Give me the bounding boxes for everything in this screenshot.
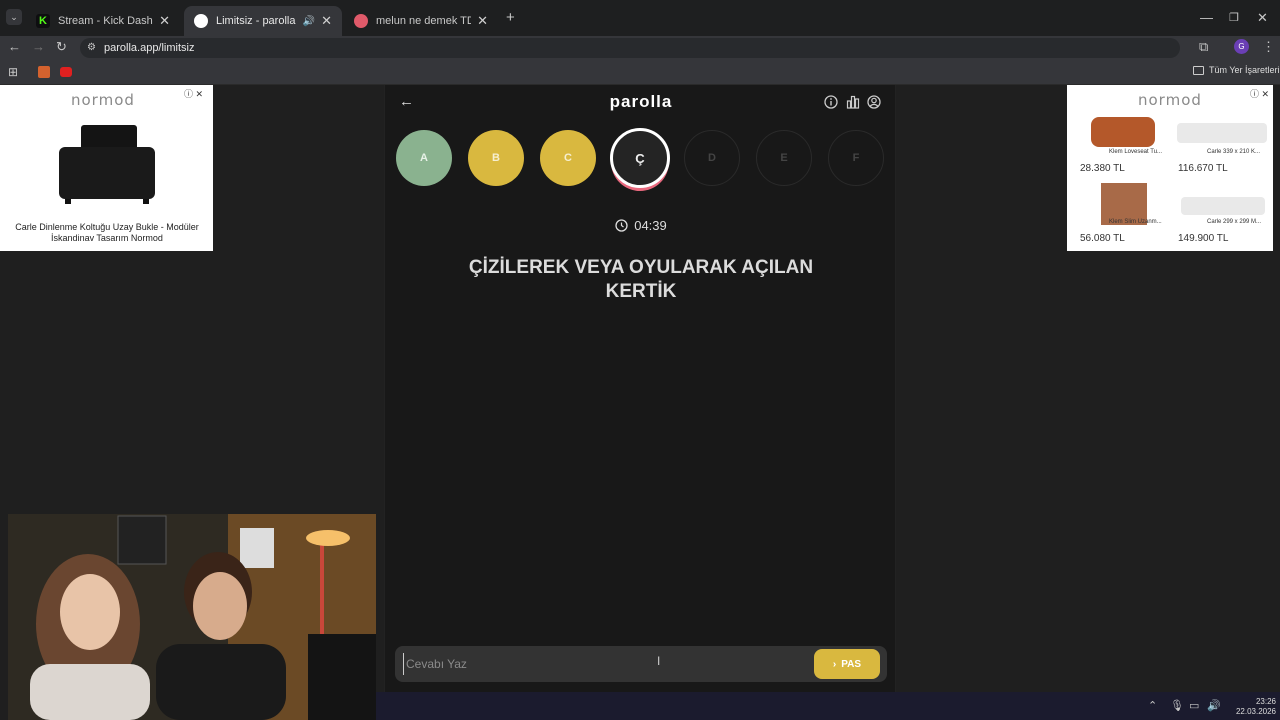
menu-icon[interactable]: ⋮ [1262, 40, 1275, 54]
address-bar[interactable]: ⚙ parolla.app/limitsiz [80, 38, 1180, 58]
minimize-icon[interactable]: — [1200, 11, 1213, 25]
ad-product[interactable]: Carle 339 x 210 K... [1173, 113, 1271, 159]
tdk-favicon [354, 14, 368, 28]
ad-product[interactable]: Klem Slim Uzanm... [1075, 181, 1169, 227]
tab-parolla[interactable]: Limitsiz - parolla - Kelime o 🔊 ✕ [184, 6, 342, 36]
network-icon[interactable]: ▭ [1189, 699, 1199, 713]
webcam-overlay [8, 514, 376, 720]
tab-search-icon[interactable]: ⌄ [6, 9, 22, 25]
left-ad[interactable]: normod ⓘ ✕ Carle Dinlenme Koltuğu Uzay B… [0, 85, 213, 251]
ad-brand: normod [1138, 91, 1202, 109]
profile-icon[interactable] [867, 95, 881, 109]
ad-info-icon[interactable]: ⓘ ✕ [184, 87, 203, 100]
letter-circle-f[interactable]: F [828, 130, 884, 186]
volume-icon[interactable]: 🔊 [1207, 699, 1221, 713]
all-bookmarks-label: Tüm Yer İşaretleri [1209, 65, 1280, 75]
product-price: 116.670 TL [1178, 163, 1228, 174]
timer: 04:39 [385, 218, 897, 233]
clock-date: 22.03.2026 [1235, 707, 1276, 716]
all-bookmarks[interactable]: Tüm Yer İşaretleri [1193, 65, 1280, 75]
tab-title: melun ne demek TDK Sözlük A [376, 15, 472, 27]
pass-button[interactable]: › PAS [814, 649, 880, 679]
profile-avatar[interactable]: G [1234, 39, 1249, 54]
close-icon[interactable]: ✕ [159, 13, 170, 29]
restore-icon[interactable]: ❐ [1229, 11, 1239, 25]
text-cursor-icon: I [657, 654, 661, 668]
logo: parolla [609, 92, 673, 111]
bookmarks-bar: ⊞ Tüm Yer İşaretleri [0, 60, 1280, 85]
parolla-favicon [194, 14, 208, 28]
pass-label: PAS [841, 658, 862, 670]
letter-circle-d[interactable]: D [684, 130, 740, 186]
back-icon[interactable]: ← [8, 40, 21, 54]
stats-icon[interactable] [846, 95, 860, 109]
answer-bar: I › PAS [395, 646, 887, 682]
product-name: Carle 299 x 299 M... [1207, 219, 1262, 225]
clock-time: 23:26 [1255, 697, 1276, 706]
bookmark-icon[interactable] [38, 66, 50, 78]
letter-circle-c[interactable]: C [540, 130, 596, 186]
info-icon[interactable] [824, 95, 838, 109]
webcam-image [8, 514, 376, 720]
letter-circle-e[interactable]: E [756, 130, 812, 186]
tab-title: Limitsiz - parolla - Kelime o [216, 15, 297, 27]
folder-icon [1193, 65, 1204, 75]
ad-brand: normod [71, 91, 135, 109]
product-price: 28.380 TL [1080, 163, 1125, 174]
kick-icon: K [36, 14, 50, 28]
product-price: 56.080 TL [1080, 233, 1125, 244]
product-name: Carle 339 x 210 K... [1207, 149, 1261, 155]
product-name: Klem Loveseat Tu... [1109, 149, 1163, 155]
forward-icon[interactable]: → [32, 40, 45, 54]
ad-product[interactable]: Klem Loveseat Tu... [1075, 113, 1169, 159]
tab-kick[interactable]: K Stream - Kick Dashboard ✕ [26, 6, 180, 36]
letter-circle-a[interactable]: A [396, 130, 452, 186]
microphone-icon[interactable]: 🎙 [1170, 699, 1184, 713]
extensions-icon[interactable]: ⧉ [1199, 40, 1208, 54]
new-tab-icon[interactable]: + [506, 10, 515, 25]
clock[interactable]: 23:26 22.03.2026 [1224, 697, 1276, 717]
ad-caption: Carle Dinlenme Koltuğu Uzay Bukle - Modü… [15, 222, 199, 243]
question-text: ÇİZİLEREK VEYA OYULARAK AÇILAN KERTİK [385, 256, 897, 304]
tab-tdk[interactable]: melun ne demek TDK Sözlük A ✕ [344, 6, 498, 36]
youtube-icon[interactable] [60, 67, 72, 77]
tab-title: Stream - Kick Dashboard [58, 15, 153, 27]
close-icon[interactable]: ✕ [477, 13, 488, 29]
right-ad[interactable]: normod ⓘ ✕ Klem Loveseat Tu... 28.380 TL… [1067, 85, 1273, 251]
product-image [1181, 197, 1265, 215]
chevron-right-icon: › [832, 658, 837, 670]
question-line: ÇİZİLEREK VEYA OYULARAK AÇILAN [468, 257, 814, 278]
answer-input[interactable] [403, 653, 793, 675]
apps-grid-icon[interactable]: ⊞ [8, 65, 18, 79]
letter-circle-c-cedilla[interactable]: Ç [610, 128, 670, 188]
ad-product[interactable]: Carle 299 x 299 M... [1173, 181, 1271, 227]
chevron-up-icon[interactable]: ⌃ [1148, 699, 1157, 713]
taskbar: ⌃ 🎙 ▭ 🔊 23:26 22.03.2026 [376, 692, 1280, 720]
url-text: parolla.app/limitsiz [104, 42, 195, 54]
audio-icon[interactable]: 🔊 [303, 16, 315, 27]
clock-icon [615, 219, 628, 232]
reload-icon[interactable]: ↻ [56, 40, 67, 54]
product-image [1091, 117, 1155, 147]
window-close-icon[interactable]: ✕ [1257, 11, 1268, 25]
product-price: 149.900 TL [1178, 233, 1229, 244]
close-icon[interactable]: ✕ [321, 13, 332, 29]
question-line: KERTİK [605, 281, 677, 302]
ad-info-icon[interactable]: ⓘ ✕ [1250, 87, 1269, 100]
game-panel: ← parolla A B C Ç D E F 04:39 ÇİZİLEREK … [384, 85, 896, 692]
product-image [1177, 123, 1267, 143]
letter-circle-b[interactable]: B [468, 130, 524, 186]
product-name: Klem Slim Uzanm... [1109, 219, 1162, 225]
sofa-image [59, 125, 155, 204]
timer-value: 04:39 [634, 218, 667, 233]
site-info-icon[interactable]: ⚙ [87, 38, 96, 58]
browser-tab-bar: ⌄ K Stream - Kick Dashboard ✕ Limitsiz -… [0, 0, 1280, 36]
